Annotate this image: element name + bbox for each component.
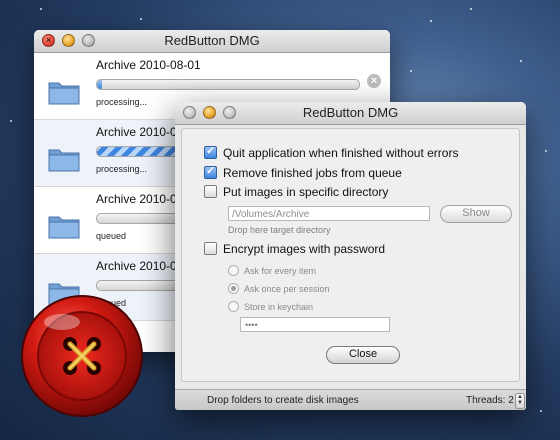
queue-item-name: Archive 2010-0 [96, 259, 177, 273]
queue-item-name: Archive 2010-0 [96, 192, 177, 206]
close-window-icon[interactable]: × [42, 34, 55, 47]
queue-window-titlebar[interactable]: × RedButton DMG [34, 30, 390, 53]
encrypt-label: Encrypt images with password [223, 242, 386, 256]
remove-finished-label: Remove finished jobs from queue [223, 166, 402, 180]
encrypt-checkbox[interactable]: Encrypt images with password [204, 242, 385, 256]
star [545, 150, 547, 152]
options-window-titlebar[interactable]: RedButton DMG [175, 102, 526, 125]
radio-ask-every-item[interactable]: Ask for every item [228, 265, 316, 276]
radio-off-icon[interactable] [228, 301, 239, 312]
put-in-directory-label: Put images in specific directory [223, 185, 389, 199]
progress-fill [97, 80, 103, 89]
options-window: RedButton DMG ✓ Quit application when fin… [175, 102, 526, 410]
cancel-job-icon[interactable]: × [367, 74, 381, 88]
star [140, 18, 142, 20]
options-window-title: RedButton DMG [302, 105, 399, 120]
star [520, 60, 522, 62]
queue-item-status: processing... [96, 164, 148, 174]
threads-stepper[interactable]: ▲ ▼ [515, 393, 525, 409]
star [410, 70, 412, 72]
folder-icon [48, 216, 80, 239]
radio-off-icon[interactable] [228, 265, 239, 276]
folder-icon [48, 82, 80, 105]
quit-on-finish-label: Quit application when finished without e… [223, 146, 459, 160]
zoom-window-icon[interactable] [223, 106, 236, 119]
zoom-window-icon[interactable] [82, 34, 95, 47]
password-field[interactable]: •••• [240, 317, 390, 332]
put-in-directory-checkbox[interactable]: Put images in specific directory [204, 185, 388, 199]
radio-label: Ask once per session [244, 284, 330, 294]
directory-drop-hint: Drop here target directory [228, 225, 331, 235]
queue-window-title: RedButton DMG [164, 33, 260, 48]
status-text: Drop folders to create disk images [207, 395, 359, 406]
checkbox-unchecked-icon[interactable] [204, 185, 217, 198]
checkbox-checked-icon[interactable]: ✓ [204, 165, 217, 179]
checkbox-unchecked-icon[interactable] [204, 242, 217, 255]
minimize-window-icon[interactable] [203, 106, 216, 119]
queue-item-status: processing... [96, 97, 148, 107]
queue-item-name: Archive 2010-08-01 [96, 58, 201, 72]
radio-on-icon[interactable] [228, 283, 239, 294]
close-button[interactable]: Close [326, 346, 400, 364]
star [40, 8, 42, 10]
queue-item-status: queued [96, 231, 127, 241]
show-directory-button[interactable]: Show [440, 205, 512, 223]
quit-on-finish-checkbox[interactable]: ✓ Quit application when finished without … [204, 145, 459, 160]
checkbox-checked-icon[interactable]: ✓ [204, 145, 217, 159]
options-panel: ✓ Quit application when finished without … [181, 128, 520, 382]
star [10, 120, 12, 122]
radio-ask-once[interactable]: Ask once per session [228, 283, 330, 294]
star [470, 8, 472, 10]
radio-label: Store in keychain [244, 302, 314, 312]
progress-bar [96, 79, 360, 90]
radio-store-keychain[interactable]: Store in keychain [228, 301, 313, 312]
minimize-window-icon[interactable] [62, 34, 75, 47]
radio-label: Ask for every item [244, 266, 317, 276]
remove-finished-checkbox[interactable]: ✓ Remove finished jobs from queue [204, 165, 402, 180]
queue-item-name: Archive 2010-0 [96, 125, 177, 139]
threads-label: Threads: 2 [466, 395, 514, 406]
status-bar: Drop folders to create disk images Threa… [175, 389, 526, 410]
close-window-icon[interactable] [183, 106, 196, 119]
folder-icon [48, 149, 80, 172]
star [540, 410, 542, 412]
redbutton-logo [21, 295, 143, 417]
star [430, 20, 432, 22]
directory-path-field[interactable]: /Volumes/Archive [228, 206, 430, 221]
